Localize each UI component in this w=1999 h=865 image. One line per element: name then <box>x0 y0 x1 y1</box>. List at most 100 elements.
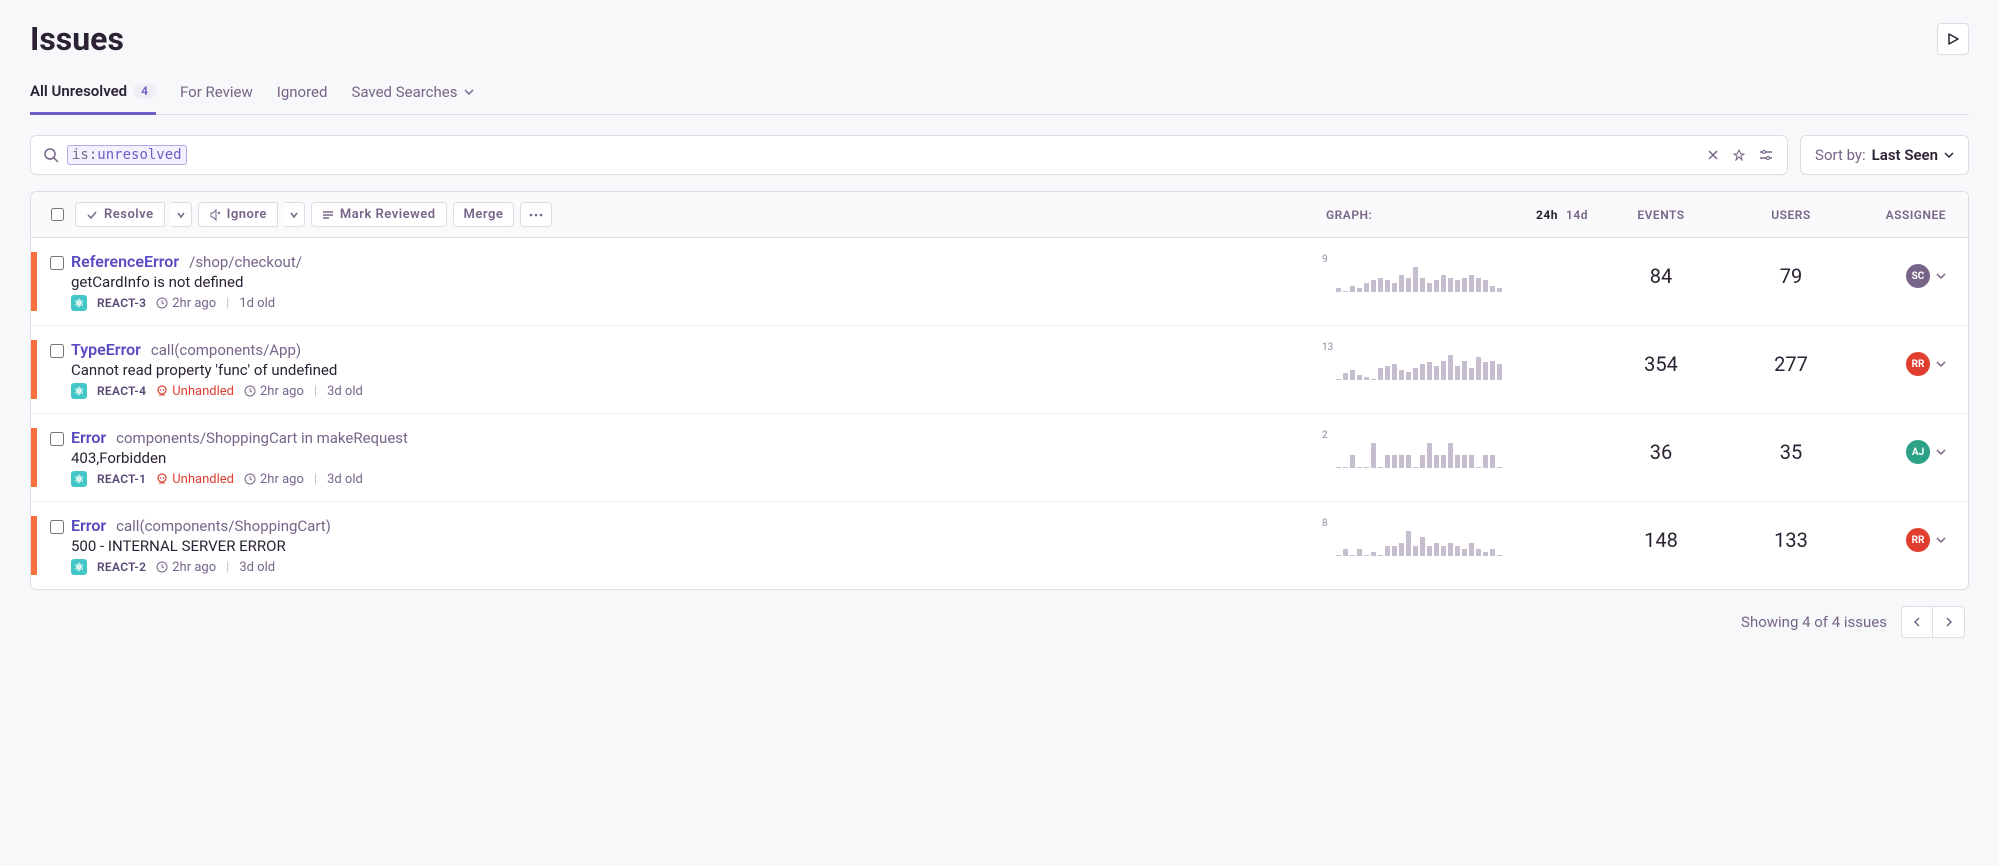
tab-saved-searches[interactable]: Saved Searches <box>351 82 473 114</box>
issue-row: ReferenceError /shop/checkout/ getCardIn… <box>31 238 1968 326</box>
clock-icon <box>156 297 168 309</box>
issue-message: getCardInfo is not defined <box>71 273 1336 291</box>
chevron-down-icon[interactable] <box>1936 271 1946 281</box>
tab-ignored[interactable]: Ignored <box>277 82 328 114</box>
ellipsis-icon <box>529 213 543 217</box>
issue-time: 2hr ago <box>156 296 216 311</box>
select-all-checkbox[interactable] <box>51 208 64 221</box>
issue-age: 1d old <box>239 296 275 311</box>
issue-title[interactable]: Error <box>71 428 106 447</box>
priority-stripe <box>31 252 37 311</box>
project-platform-icon: ⚛ <box>71 383 87 399</box>
merge-button[interactable]: Merge <box>453 202 515 227</box>
chevron-left-icon <box>1912 617 1922 627</box>
pin-icon <box>1733 149 1745 161</box>
sparkline-max: 9 <box>1322 254 1328 265</box>
issue-message: 500 - INTERNAL SERVER ERROR <box>71 537 1336 555</box>
project-id: REACT-1 <box>97 472 146 486</box>
users-count[interactable]: 277 <box>1726 340 1856 376</box>
issue-title[interactable]: TypeError <box>71 340 141 359</box>
assignee-avatar[interactable]: SC <box>1906 264 1930 288</box>
select-row-checkbox[interactable] <box>50 520 64 534</box>
clock-icon <box>244 385 256 397</box>
events-count[interactable]: 148 <box>1596 516 1726 552</box>
tab-count-badge: 4 <box>133 83 156 99</box>
column-users: USERS <box>1726 208 1856 222</box>
results-summary: Showing 4 of 4 issues <box>1741 613 1887 631</box>
project-id: REACT-4 <box>97 384 146 398</box>
resolve-dropdown[interactable] <box>171 202 192 227</box>
assignee-avatar[interactable]: RR <box>1906 528 1930 552</box>
page-title: Issues <box>30 20 124 58</box>
next-page-button[interactable] <box>1933 606 1965 638</box>
tab-all-unresolved[interactable]: All Unresolved 4 <box>30 82 156 115</box>
mute-icon <box>209 209 221 221</box>
unhandled-badge: Unhandled <box>156 384 234 399</box>
select-row-checkbox[interactable] <box>50 344 64 358</box>
skull-icon <box>156 473 168 485</box>
sparkline-max: 2 <box>1322 430 1328 441</box>
priority-stripe <box>31 428 37 487</box>
project-id: REACT-3 <box>97 296 146 310</box>
sliders-icon <box>1759 149 1773 161</box>
issue-location: call(components/App) <box>151 341 301 359</box>
issue-message: Cannot read property 'func' of undefined <box>71 361 1336 379</box>
clear-search-button[interactable] <box>1705 147 1721 163</box>
play-icon <box>1946 32 1960 46</box>
chevron-down-icon[interactable] <box>1936 535 1946 545</box>
more-actions-button[interactable] <box>520 202 552 227</box>
users-count[interactable]: 79 <box>1726 252 1856 288</box>
issue-row: TypeError call(components/App) Cannot re… <box>31 326 1968 414</box>
skull-icon <box>156 385 168 397</box>
issue-message: 403,Forbidden <box>71 449 1336 467</box>
sparkline: 8 <box>1336 516 1536 556</box>
sparkline: 9 <box>1336 252 1536 292</box>
sparkline: 2 <box>1336 428 1536 468</box>
select-row-checkbox[interactable] <box>50 256 64 270</box>
pin-search-button[interactable] <box>1731 147 1747 163</box>
prev-page-button[interactable] <box>1901 606 1933 638</box>
project-platform-icon: ⚛ <box>71 471 87 487</box>
column-assignee: ASSIGNEE <box>1856 208 1956 222</box>
filter-settings-button[interactable] <box>1757 147 1775 163</box>
pager <box>1901 606 1965 638</box>
issue-time: 2hr ago <box>156 560 216 575</box>
mark-reviewed-button[interactable]: Mark Reviewed <box>311 202 447 227</box>
issue-location: call(components/ShoppingCart) <box>116 517 331 535</box>
tab-label: All Unresolved <box>30 82 127 100</box>
clock-icon <box>244 473 256 485</box>
check-icon <box>86 209 98 221</box>
issues-table: Resolve Ignore Mark Reviewed Merge <box>30 191 1969 590</box>
ignore-dropdown[interactable] <box>284 202 305 227</box>
range-24h[interactable]: 24h <box>1536 208 1558 222</box>
users-count[interactable]: 35 <box>1726 428 1856 464</box>
sort-value: Last Seen <box>1872 146 1938 164</box>
events-count[interactable]: 354 <box>1596 340 1726 376</box>
sort-dropdown[interactable]: Sort by: Last Seen <box>1800 135 1969 175</box>
events-count[interactable]: 36 <box>1596 428 1726 464</box>
chevron-down-icon <box>177 211 185 219</box>
priority-stripe <box>31 340 37 399</box>
issue-title[interactable]: Error <box>71 516 106 535</box>
assignee-avatar[interactable]: RR <box>1906 352 1930 376</box>
tab-for-review[interactable]: For Review <box>180 82 253 114</box>
play-button[interactable] <box>1937 23 1969 55</box>
tabs: All Unresolved 4 For Review Ignored Save… <box>30 82 1969 115</box>
close-icon <box>1707 149 1719 161</box>
range-14d[interactable]: 14d <box>1566 208 1588 222</box>
chevron-down-icon[interactable] <box>1936 359 1946 369</box>
sparkline-max: 8 <box>1322 518 1328 529</box>
resolve-button[interactable]: Resolve <box>75 202 165 227</box>
select-row-checkbox[interactable] <box>50 432 64 446</box>
assignee-avatar[interactable]: AJ <box>1906 440 1930 464</box>
events-count[interactable]: 84 <box>1596 252 1726 288</box>
issue-title[interactable]: ReferenceError <box>71 252 179 271</box>
search-bar[interactable]: is:unresolved <box>30 135 1788 175</box>
chevron-down-icon[interactable] <box>1936 447 1946 457</box>
list-check-icon <box>322 209 334 221</box>
users-count[interactable]: 133 <box>1726 516 1856 552</box>
unhandled-badge: Unhandled <box>156 472 234 487</box>
chevron-down-icon <box>464 87 474 97</box>
ignore-button[interactable]: Ignore <box>198 202 278 227</box>
chevron-right-icon <box>1944 617 1954 627</box>
